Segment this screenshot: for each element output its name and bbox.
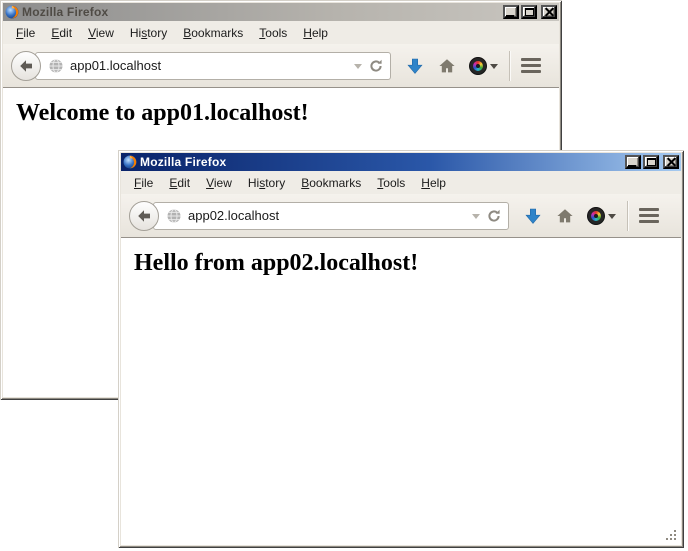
back-button[interactable] [11, 51, 41, 81]
menu-bar: File Edit View History Bookmarks Tools H… [121, 171, 681, 194]
maximize-button[interactable] [521, 5, 537, 19]
menu-hamburger-icon [521, 58, 541, 61]
navigation-toolbar: app01.localhost [3, 44, 559, 88]
menu-tools[interactable]: Tools [251, 23, 295, 43]
minimize-button[interactable] [503, 5, 519, 19]
home-button[interactable] [437, 56, 457, 76]
menu-bookmarks[interactable]: Bookmarks [293, 173, 369, 193]
urlbar-dropdown-icon[interactable] [472, 214, 480, 223]
menu-file[interactable]: File [8, 23, 43, 43]
maximize-icon [525, 8, 534, 16]
menu-view[interactable]: View [80, 23, 122, 43]
menu-file[interactable]: File [126, 173, 161, 193]
firefox-logo-icon [5, 5, 19, 19]
menu-bar: File Edit View History Bookmarks Tools H… [3, 21, 559, 44]
maximize-button[interactable] [643, 155, 659, 169]
menu-hamburger-icon [639, 208, 659, 211]
url-bar[interactable]: app01.localhost [35, 52, 391, 80]
menu-help[interactable]: Help [295, 23, 336, 43]
toolbar-separator [627, 201, 628, 231]
maximize-icon [647, 158, 656, 166]
url-text: app02.localhost [188, 208, 466, 223]
chevron-down-icon [490, 64, 498, 73]
minimize-icon [628, 165, 636, 167]
download-icon [405, 56, 425, 76]
menu-tools[interactable]: Tools [369, 173, 413, 193]
firefox-logo-icon [123, 155, 137, 169]
globe-icon [166, 208, 182, 224]
minimize-button[interactable] [625, 155, 641, 169]
page-content: Hello from app02.localhost! [121, 238, 681, 545]
window-title: Mozilla Firefox [22, 5, 108, 19]
window-controls [503, 5, 557, 19]
addon-button[interactable] [587, 207, 616, 225]
urlbar-dropdown-icon[interactable] [354, 64, 362, 73]
chevron-down-icon [608, 214, 616, 223]
home-icon [437, 56, 457, 76]
download-button[interactable] [523, 206, 543, 226]
menu-history[interactable]: History [122, 23, 175, 43]
download-icon [523, 206, 543, 226]
reload-icon[interactable] [486, 208, 502, 224]
addon-colorwheel-icon [469, 57, 487, 75]
resize-grip-icon[interactable] [665, 529, 678, 542]
menu-bookmarks[interactable]: Bookmarks [175, 23, 251, 43]
toolbar-separator [509, 51, 510, 81]
menu-edit[interactable]: Edit [161, 173, 198, 193]
page-heading: Welcome to app01.localhost! [16, 100, 559, 127]
back-icon [136, 208, 152, 224]
titlebar[interactable]: Mozilla Firefox [121, 153, 681, 171]
back-button[interactable] [129, 201, 159, 231]
titlebar[interactable]: Mozilla Firefox [3, 3, 559, 21]
close-icon [545, 8, 554, 17]
menu-help[interactable]: Help [413, 173, 454, 193]
download-button[interactable] [405, 56, 425, 76]
url-bar[interactable]: app02.localhost [153, 202, 509, 230]
close-button[interactable] [663, 155, 679, 169]
addon-button[interactable] [469, 57, 498, 75]
minimize-icon [506, 15, 514, 17]
window-controls [625, 155, 679, 169]
globe-icon [48, 58, 64, 74]
addon-colorwheel-icon [587, 207, 605, 225]
page-heading: Hello from app02.localhost! [134, 250, 681, 277]
url-text: app01.localhost [70, 58, 348, 73]
reload-icon[interactable] [368, 58, 384, 74]
navigation-toolbar: app02.localhost [121, 194, 681, 238]
close-icon [667, 158, 676, 167]
back-icon [18, 58, 34, 74]
menu-button[interactable] [639, 206, 659, 225]
close-button[interactable] [541, 5, 557, 19]
menu-history[interactable]: History [240, 173, 293, 193]
home-button[interactable] [555, 206, 575, 226]
menu-button[interactable] [521, 56, 541, 75]
browser-window-app02: Mozilla Firefox File Edit View History B… [118, 150, 684, 548]
home-icon [555, 206, 575, 226]
menu-edit[interactable]: Edit [43, 23, 80, 43]
window-title: Mozilla Firefox [140, 155, 226, 169]
menu-view[interactable]: View [198, 173, 240, 193]
